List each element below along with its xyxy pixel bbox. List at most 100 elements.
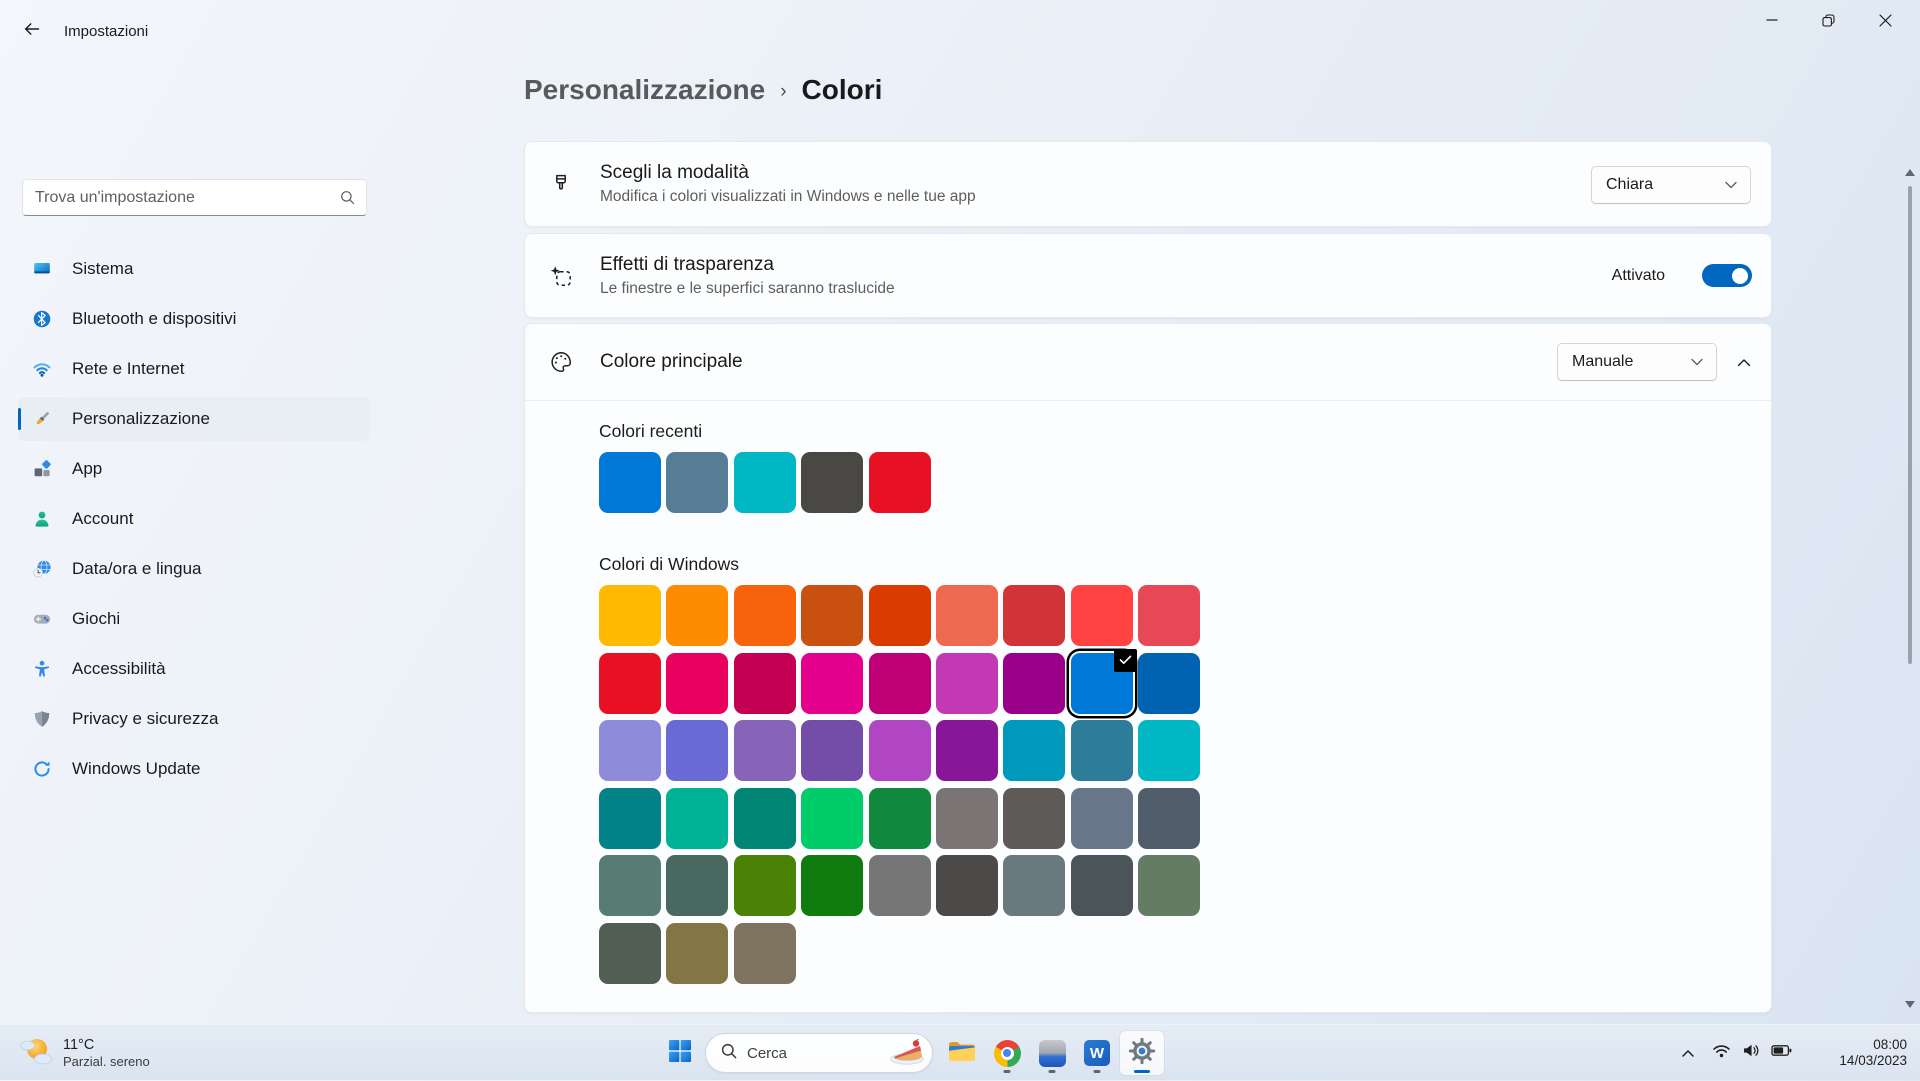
windows-color-swatch[interactable] bbox=[599, 855, 661, 916]
sidebar-item-bluetooth-e-dispositivi[interactable]: Bluetooth e dispositivi bbox=[18, 297, 370, 341]
windows-color-swatch[interactable] bbox=[734, 653, 796, 714]
windows-color-swatch[interactable] bbox=[599, 720, 661, 781]
accent-color-card: Colore principale Manuale Colori recenti… bbox=[524, 323, 1772, 1013]
search-icon bbox=[340, 190, 355, 205]
windows-color-swatch[interactable] bbox=[734, 720, 796, 781]
windows-color-swatch[interactable] bbox=[801, 585, 863, 646]
settings-button[interactable] bbox=[1120, 1031, 1164, 1075]
accent-mode-dropdown[interactable]: Manuale bbox=[1557, 343, 1717, 381]
clock-widget[interactable]: 08:00 14/03/2023 bbox=[1839, 1025, 1907, 1081]
windows-color-swatch[interactable] bbox=[666, 923, 728, 984]
windows-color-swatch[interactable] bbox=[666, 585, 728, 646]
windows-color-swatch[interactable] bbox=[936, 788, 998, 849]
windows-color-swatch[interactable] bbox=[869, 788, 931, 849]
recent-color-swatch[interactable] bbox=[801, 452, 863, 513]
windows-color-swatch[interactable] bbox=[734, 788, 796, 849]
sidebar-item-windows-update[interactable]: Windows Update bbox=[18, 747, 370, 791]
minimize-button[interactable] bbox=[1743, 0, 1800, 40]
windows-color-swatch[interactable] bbox=[1071, 855, 1133, 916]
settings-search-input[interactable] bbox=[23, 189, 340, 207]
sidebar-item-sistema[interactable]: Sistema bbox=[18, 247, 370, 291]
transparency-toggle[interactable] bbox=[1702, 264, 1752, 287]
back-button[interactable] bbox=[15, 15, 47, 47]
sidebar-item-privacy-e-sicurezza[interactable]: Privacy e sicurezza bbox=[18, 697, 370, 741]
windows-color-swatch[interactable] bbox=[869, 720, 931, 781]
windows-color-swatch[interactable] bbox=[801, 855, 863, 916]
windows-color-swatch[interactable] bbox=[1138, 855, 1200, 916]
windows-color-swatch[interactable] bbox=[936, 653, 998, 714]
windows-color-swatch[interactable] bbox=[1003, 585, 1065, 646]
system-tray[interactable] bbox=[1708, 1035, 1796, 1071]
taskbar-search-box[interactable] bbox=[705, 1033, 933, 1073]
sidebar-item-personalizzazione[interactable]: Personalizzazione bbox=[18, 397, 370, 441]
mode-dropdown[interactable]: Chiara bbox=[1591, 166, 1751, 204]
windows-color-swatch[interactable] bbox=[599, 585, 661, 646]
scrollbar-up-arrow[interactable] bbox=[1905, 169, 1915, 176]
windows-color-swatch[interactable] bbox=[734, 855, 796, 916]
sidebar-item-label: Sistema bbox=[72, 259, 133, 279]
windows-color-swatch[interactable] bbox=[1138, 720, 1200, 781]
windows-color-swatch[interactable] bbox=[1071, 720, 1133, 781]
windows-color-swatch-selected[interactable] bbox=[1071, 653, 1133, 714]
windows-color-swatch[interactable] bbox=[1003, 788, 1065, 849]
windows-color-swatch[interactable] bbox=[599, 653, 661, 714]
sidebar-item-app[interactable]: App bbox=[18, 447, 370, 491]
windows-color-swatch[interactable] bbox=[1003, 653, 1065, 714]
chrome-button[interactable] bbox=[985, 1031, 1029, 1075]
taskbar-search-input[interactable] bbox=[747, 1045, 887, 1062]
breadcrumb-parent[interactable]: Personalizzazione bbox=[524, 74, 765, 106]
windows-color-swatch[interactable] bbox=[734, 585, 796, 646]
sidebar-item-account[interactable]: Account bbox=[18, 497, 370, 541]
windows-color-swatch[interactable] bbox=[599, 788, 661, 849]
windows-color-swatch[interactable] bbox=[666, 788, 728, 849]
tray-overflow-button[interactable] bbox=[1670, 1035, 1706, 1071]
windows-color-swatch[interactable] bbox=[869, 855, 931, 916]
windows-color-swatch[interactable] bbox=[666, 653, 728, 714]
recent-color-swatch[interactable] bbox=[734, 452, 796, 513]
windows-color-swatch[interactable] bbox=[869, 585, 931, 646]
windows-color-swatch[interactable] bbox=[1138, 585, 1200, 646]
word-button[interactable]: W bbox=[1075, 1031, 1119, 1075]
sidebar-item-accessibilit-[interactable]: Accessibilità bbox=[18, 647, 370, 691]
sidebar-item-giochi[interactable]: Giochi bbox=[18, 597, 370, 641]
running-indicator bbox=[1049, 1070, 1056, 1073]
windows-color-swatch[interactable] bbox=[1071, 585, 1133, 646]
collapse-section-button[interactable] bbox=[1731, 350, 1757, 376]
recent-color-swatch[interactable] bbox=[666, 452, 728, 513]
windows-color-swatch[interactable] bbox=[936, 720, 998, 781]
windows-color-swatch[interactable] bbox=[1138, 653, 1200, 714]
accent-dropdown-value: Manuale bbox=[1572, 353, 1633, 371]
windows-color-swatch[interactable] bbox=[936, 855, 998, 916]
media-app-button[interactable] bbox=[1030, 1031, 1074, 1075]
windows-color-swatch[interactable] bbox=[936, 585, 998, 646]
sidebar-item-label: Data/ora e lingua bbox=[72, 559, 201, 579]
windows-color-swatch[interactable] bbox=[734, 923, 796, 984]
weather-widget[interactable]: 11°C Parzial. sereno bbox=[8, 1025, 160, 1081]
windows-color-swatch[interactable] bbox=[1138, 788, 1200, 849]
minimize-icon bbox=[1766, 14, 1778, 26]
windows-color-swatch[interactable] bbox=[1003, 720, 1065, 781]
windows-color-swatch[interactable] bbox=[801, 653, 863, 714]
mode-title: Scegli la modalità bbox=[600, 162, 976, 184]
restore-button[interactable] bbox=[1800, 0, 1857, 40]
windows-color-swatch[interactable] bbox=[1071, 788, 1133, 849]
scrollbar-down-arrow[interactable] bbox=[1905, 1001, 1915, 1008]
file-explorer-button[interactable] bbox=[940, 1031, 984, 1075]
windows-color-swatch[interactable] bbox=[666, 855, 728, 916]
windows-color-swatch[interactable] bbox=[801, 788, 863, 849]
windows-color-swatch[interactable] bbox=[599, 923, 661, 984]
scrollbar-thumb[interactable] bbox=[1908, 186, 1912, 664]
start-button[interactable] bbox=[658, 1031, 702, 1075]
windows-color-swatch[interactable] bbox=[666, 720, 728, 781]
close-button[interactable] bbox=[1857, 0, 1914, 40]
recent-color-swatch[interactable] bbox=[599, 452, 661, 513]
sidebar-item-data-ora-e-lingua[interactable]: Data/ora e lingua bbox=[18, 547, 370, 591]
sidebar-item-rete-e-internet[interactable]: Rete e Internet bbox=[18, 347, 370, 391]
bluetooth-icon bbox=[32, 309, 52, 329]
windows-color-swatch[interactable] bbox=[1003, 855, 1065, 916]
time-language-icon bbox=[32, 559, 52, 579]
recent-color-swatch[interactable] bbox=[869, 452, 931, 513]
windows-color-swatch[interactable] bbox=[801, 720, 863, 781]
mode-dropdown-value: Chiara bbox=[1606, 176, 1653, 194]
windows-color-swatch[interactable] bbox=[869, 653, 931, 714]
